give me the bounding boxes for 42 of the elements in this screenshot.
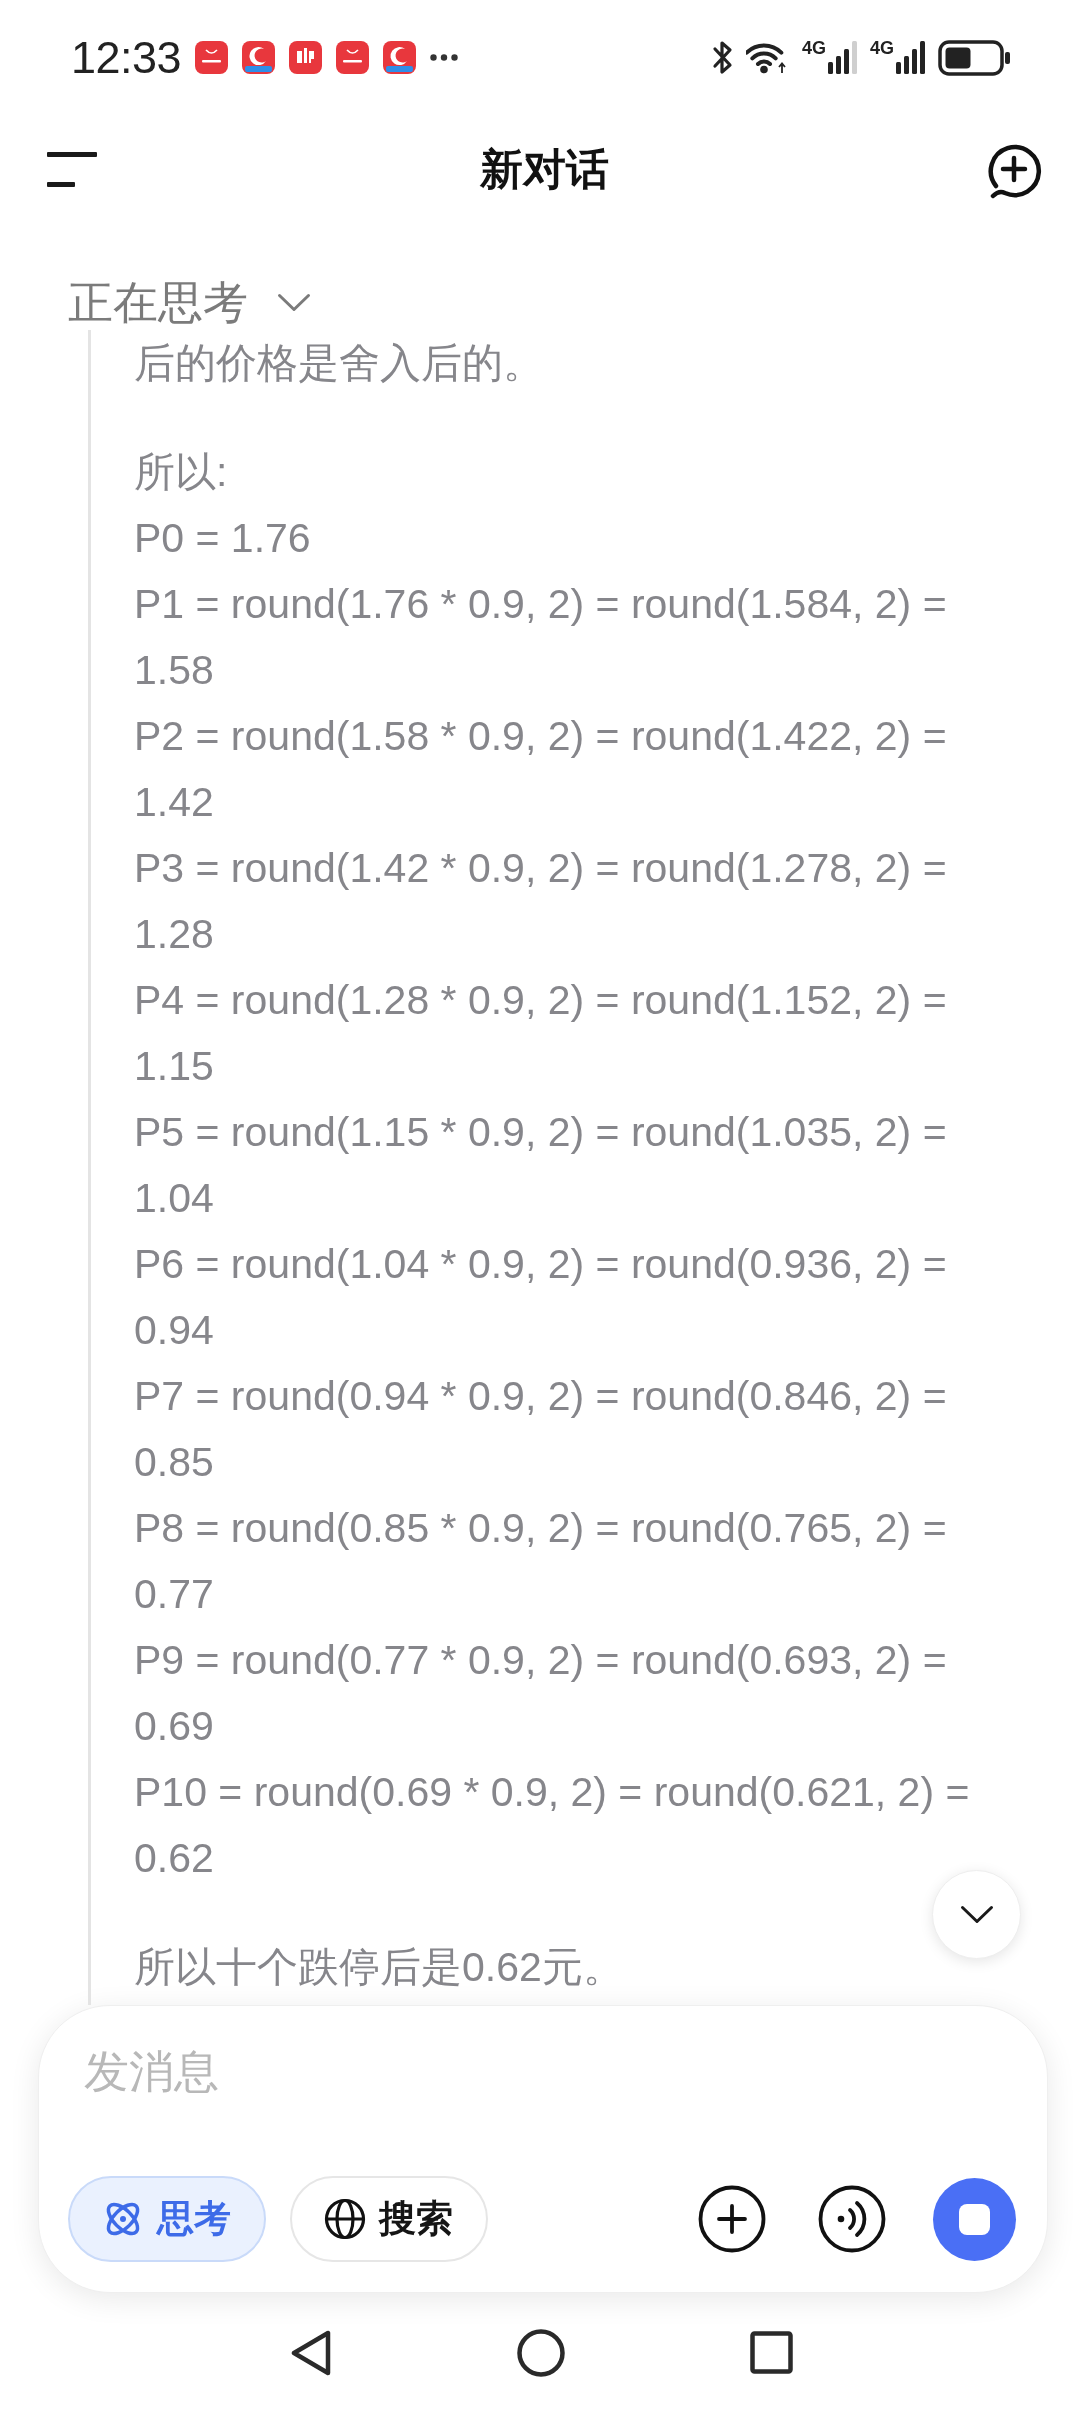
thought-line: P7 = round(0.94 * 0.9, 2) = round(0.846, 2) = 0.85 xyxy=(134,1372,948,1487)
bag-app-icon xyxy=(336,41,370,74)
thinking-toggle[interactable]: 正在思考 xyxy=(68,275,311,330)
home-icon[interactable] xyxy=(517,2328,565,2377)
globe-icon xyxy=(324,2198,366,2240)
message-input[interactable]: 发消息 xyxy=(84,2042,684,2102)
thought-line: P6 = round(1.04 * 0.9, 2) = round(0.936, 2) = 0.94 xyxy=(134,1240,948,1355)
thought-line: 所以: xyxy=(134,448,229,497)
signal-bars-icon xyxy=(896,39,926,74)
chevron-down-icon xyxy=(959,1905,994,1924)
thought-line: P4 = round(1.28 * 0.9, 2) = round(1.152, 2) = 1.15 xyxy=(134,976,948,1091)
plus-circle-icon[interactable] xyxy=(698,2185,766,2253)
thought-line: P10 = round(0.69 * 0.9, 2) = round(0.621, 2) = 0.62 xyxy=(134,1768,971,1883)
thought-line: P3 = round(1.42 * 0.9, 2) = round(1.278, 2) = 1.28 xyxy=(134,844,948,959)
network-type-label: 4G xyxy=(801,38,826,57)
crescent-app-icon xyxy=(242,41,276,74)
thought-line: P5 = round(1.15 * 0.9, 2) = round(1.035, 2) = 1.04 xyxy=(134,1108,948,1223)
more-dots-icon xyxy=(430,54,459,61)
thought-line: 所以十个跌停后是0.62元。 xyxy=(134,1943,625,1992)
recents-icon[interactable] xyxy=(749,2331,793,2374)
bag-app-icon xyxy=(195,41,229,74)
thought-line: 后的价格是舍入后的。 xyxy=(134,339,545,388)
thought-line: P8 = round(0.85 * 0.9, 2) = round(0.765, 2) = 0.77 xyxy=(134,1504,948,1619)
voice-waves-icon[interactable] xyxy=(818,2185,886,2253)
thought-line: P1 = round(1.76 * 0.9, 2) = round(1.584, 2) = 1.58 xyxy=(134,580,948,695)
bluetooth-icon xyxy=(711,40,734,75)
menu-icon[interactable] xyxy=(47,152,97,188)
think-toggle[interactable]: 思考 xyxy=(68,2176,266,2262)
crescent-app-icon xyxy=(383,41,417,74)
thought-line: P9 = round(0.77 * 0.9, 2) = round(0.693, 2) = 0.69 xyxy=(134,1636,948,1751)
back-icon[interactable] xyxy=(290,2329,332,2376)
signal-bars-icon xyxy=(828,39,858,74)
app-logo-icon xyxy=(289,41,323,74)
thought-line: P0 = 1.76 xyxy=(134,514,312,563)
search-toggle[interactable]: 搜索 xyxy=(290,2176,488,2262)
network-type-label: 4G xyxy=(870,38,894,57)
thought-line: P2 = round(1.58 * 0.9, 2) = round(1.422, 2) = 1.42 xyxy=(134,712,948,827)
chat-title: 新对话 xyxy=(480,144,609,196)
stop-icon xyxy=(959,2203,990,2235)
status-time: 12:33 xyxy=(71,31,182,84)
battery-icon xyxy=(938,39,1011,76)
chevron-down-icon xyxy=(277,293,311,312)
